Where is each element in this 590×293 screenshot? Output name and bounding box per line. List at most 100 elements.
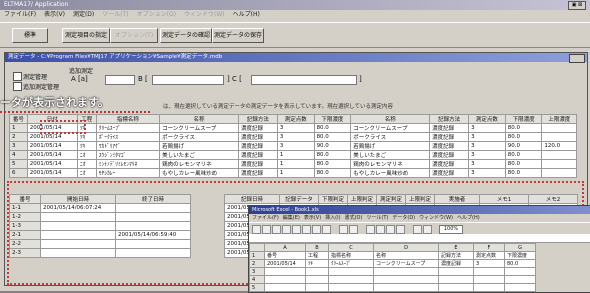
excel-cell[interactable]: [264, 275, 306, 284]
table-row[interactable]: 1 2001/05/14 ﾂｷ ｸﾘｰﾑｽｰﾌﾟ コーンクリームスープ 濃度記録 3 80.0…: [9, 123, 577, 133]
excel-cell[interactable]: [328, 267, 374, 276]
menu-item-3[interactable]: ツール(T): [102, 10, 128, 20]
table-row[interactable]: 4: [249, 275, 536, 284]
grid1-cell[interactable]: 80.0: [313, 132, 352, 142]
excel-cell[interactable]: [438, 267, 474, 276]
excel-cell[interactable]: [473, 275, 505, 284]
grid1-cell[interactable]: 濃度記録: [429, 150, 470, 160]
grid1-cell[interactable]: 2001/05/14: [26, 168, 78, 178]
excel-cell[interactable]: 2: [249, 259, 265, 268]
excel-cell[interactable]: [438, 283, 474, 292]
grid1-cell[interactable]: [541, 123, 577, 133]
grid1-cell[interactable]: ﾂｷ: [76, 141, 97, 151]
grid1-header-3[interactable]: 指標名称: [95, 114, 161, 124]
grid1-cell[interactable]: ポークライス: [350, 132, 431, 142]
excel-menu-item-5[interactable]: ツール(T): [366, 215, 388, 221]
excel-column-header[interactable]: E: [438, 243, 474, 252]
excel-column-header[interactable]: C: [328, 243, 374, 252]
window-controls[interactable]: ▣ ⊠: [568, 1, 586, 10]
excel-menu-item-7[interactable]: ウィンドウ(W): [419, 215, 453, 221]
grid1-cell[interactable]: ﾆｵ: [76, 168, 97, 178]
excel-cell[interactable]: [305, 267, 329, 276]
excel-cell[interactable]: 名称: [373, 251, 439, 260]
grid1-cell[interactable]: コーンクリームスープ: [159, 123, 239, 133]
excel-cell[interactable]: ｸﾘｰﾑｽｰﾌﾟ: [328, 259, 374, 268]
redo-icon[interactable]: [349, 225, 358, 234]
grid1-header-11[interactable]: 下限濃度: [504, 114, 543, 124]
grid1-header-4[interactable]: 名称: [159, 114, 239, 124]
grid1-cell[interactable]: 濃度記録: [429, 168, 470, 178]
grid1-cell[interactable]: ｽｳｼﾞﾝﾐﾀﾏｺﾞ: [95, 150, 161, 160]
excel-column-header[interactable]: F: [473, 243, 505, 252]
grid1-cell[interactable]: 3: [276, 132, 315, 142]
grid1-cell[interactable]: 6: [9, 168, 28, 178]
grid1-cell[interactable]: 濃度記録: [237, 132, 278, 142]
excel-menu-item-8[interactable]: ヘルプ(H): [457, 215, 480, 221]
grid1-cell[interactable]: ﾎﾟｰｸﾗｲｽ: [95, 132, 161, 142]
excel-cell[interactable]: 3: [249, 267, 265, 276]
table-row[interactable]: 2 2001/05/14 ﾂｷ ﾎﾟｰｸﾗｲｽ ポークライス 濃度記録 3 80.0 ポークライ…: [9, 132, 577, 142]
grid1-cell[interactable]: 3: [468, 141, 506, 151]
table-row[interactable]: 4 2001/05/14 ﾆｵ ｽｳｼﾞﾝﾐﾀﾏｺﾞ 美しいたまご 濃度記録 1 80.0 美し…: [9, 150, 577, 160]
menu-item-6[interactable]: ヘルプ(H): [233, 10, 260, 20]
excel-cell[interactable]: 2001/05/14: [264, 259, 306, 268]
grid1-header-7[interactable]: 下限濃度: [313, 114, 352, 124]
grid1-cell[interactable]: 80.0: [504, 159, 543, 169]
excel-cell[interactable]: [328, 275, 374, 284]
grid1-cell[interactable]: ﾜｶﾄﾞﾘｱｹﾞ: [95, 141, 161, 151]
excel-cell[interactable]: 5: [249, 283, 265, 292]
excel-column-header[interactable]: G: [504, 243, 536, 252]
menu-item-5[interactable]: ウィンドウ(W): [184, 10, 225, 20]
cut-icon[interactable]: [302, 225, 311, 234]
field-a-input[interactable]: [105, 75, 135, 85]
print-icon[interactable]: [282, 225, 291, 234]
excel-cell[interactable]: 工程: [305, 251, 329, 260]
sort-asc-icon[interactable]: [386, 225, 395, 234]
grid1-cell[interactable]: [541, 132, 577, 142]
grid1-cell[interactable]: ﾐﾝﾅﾉﾃﾞﾘﾐﾚﾓﾝﾏﾘﾈ: [95, 159, 161, 169]
chart-wizard-icon[interactable]: [413, 225, 422, 234]
grid1-cell[interactable]: 美しいたまご: [159, 150, 239, 160]
toolbar-save-data-button[interactable]: 測定データの保存: [212, 28, 264, 43]
grid1-cell[interactable]: 3: [276, 123, 315, 133]
excel-column-header[interactable]: A: [264, 243, 306, 252]
excel-cell[interactable]: [504, 275, 536, 284]
excel-cell[interactable]: 4: [249, 275, 265, 284]
menu-item-1[interactable]: 表示(V): [44, 10, 65, 20]
grid1-cell[interactable]: 80.0: [313, 168, 352, 178]
table-row[interactable]: 3: [249, 267, 536, 276]
grid1-cell[interactable]: 80.0: [313, 159, 352, 169]
excel-cell[interactable]: 記録方法: [438, 251, 474, 260]
grid1-cell[interactable]: 1: [276, 168, 315, 178]
grid1-cell[interactable]: 2: [9, 132, 28, 142]
save-icon[interactable]: [272, 225, 281, 234]
grid1-cell[interactable]: 濃度記録: [237, 123, 278, 133]
toolbar-standard-button[interactable]: 標準: [12, 28, 48, 43]
excel-menu-item-2[interactable]: 表示(V): [304, 215, 321, 221]
additional-manage-checkbox[interactable]: [13, 82, 22, 91]
child-close-icon[interactable]: [569, 54, 585, 63]
excel-column-header[interactable]: D: [373, 243, 439, 252]
grid1-cell[interactable]: 1: [276, 150, 315, 160]
excel-cell[interactable]: 測定点数: [473, 251, 505, 260]
grid1-header-0[interactable]: 番号: [9, 114, 28, 124]
sort-desc-icon[interactable]: [396, 225, 405, 234]
open-icon[interactable]: [262, 225, 271, 234]
grid1-cell[interactable]: 2001/05/14: [26, 141, 78, 151]
table-row[interactable]: 5 2001/05/14 ﾆｵ ﾐﾝﾅﾉﾃﾞﾘﾐﾚﾓﾝﾏﾘﾈ 鶏肉のレモンマリネ 濃度記録…: [9, 159, 577, 169]
excel-cell[interactable]: [328, 283, 374, 292]
excel-menu-item-0[interactable]: ファイル(F): [252, 215, 279, 221]
excel-cell[interactable]: [504, 267, 536, 276]
grid1-cell[interactable]: 3: [468, 168, 506, 178]
grid1-cell[interactable]: 2001/05/14: [26, 159, 78, 169]
grid1-cell[interactable]: 120.0: [541, 141, 577, 151]
menu-item-2[interactable]: 測定(D): [73, 10, 94, 20]
grid1-header-8[interactable]: 名称: [350, 114, 431, 124]
grid1-header-5[interactable]: 記録方法: [237, 114, 278, 124]
excel-cell[interactable]: [305, 275, 329, 284]
measurement-grid[interactable]: 番号 日付 工程 指標名称 名称 記録方法 測定点数 下限濃度 名称 記録方法 測定点数 下限濃度 上限…: [9, 114, 577, 178]
grid1-cell[interactable]: コーンクリームスープ: [350, 123, 431, 133]
grid1-header-6[interactable]: 測定点数: [276, 114, 315, 124]
grid1-cell[interactable]: 1: [276, 159, 315, 169]
grid1-cell[interactable]: 80.0: [504, 132, 543, 142]
